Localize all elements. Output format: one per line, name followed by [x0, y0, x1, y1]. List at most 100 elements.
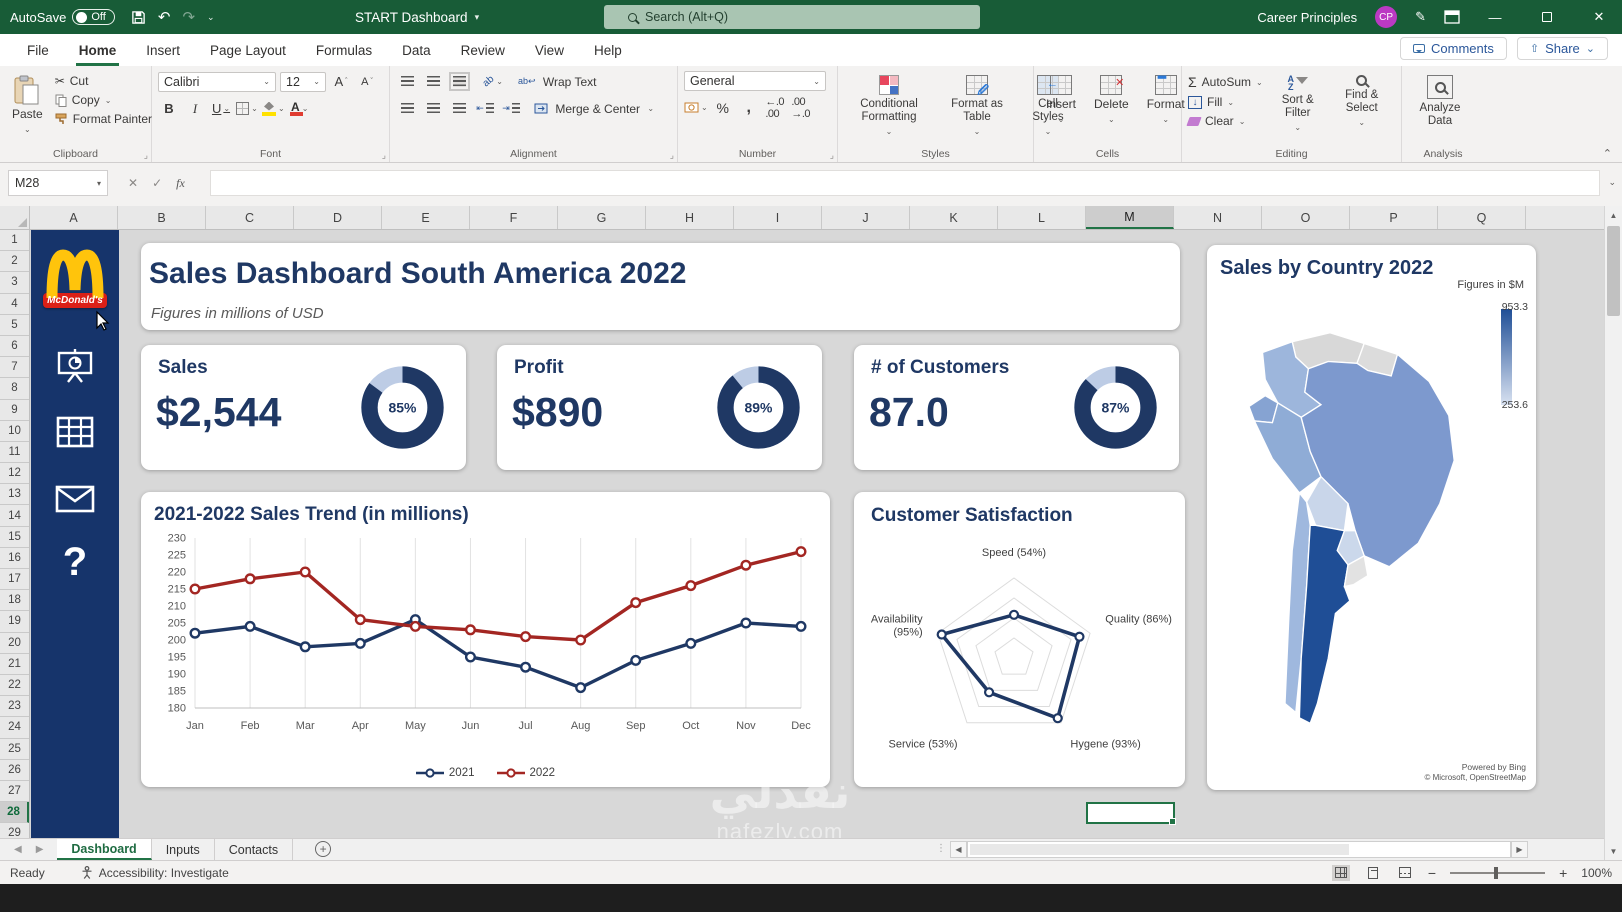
normal-view-button[interactable]: [1332, 865, 1350, 881]
cut-button[interactable]: ✂Cut: [55, 74, 152, 88]
select-all-corner[interactable]: [0, 206, 30, 230]
clear-button[interactable]: Clear⌄: [1188, 114, 1263, 128]
close-button[interactable]: ✕: [1582, 0, 1616, 34]
column-header-D[interactable]: D: [294, 206, 382, 229]
menu-tab-page-layout[interactable]: Page Layout: [195, 34, 301, 66]
row-header-18[interactable]: 18: [0, 590, 29, 611]
number-format-select[interactable]: General⌄: [684, 71, 826, 91]
save-icon[interactable]: [131, 10, 146, 25]
bold-button[interactable]: B: [158, 98, 180, 119]
insert-function-icon[interactable]: fx: [176, 176, 185, 191]
align-left-button[interactable]: [396, 98, 418, 119]
copy-button[interactable]: Copy⌄: [55, 93, 152, 107]
column-header-E[interactable]: E: [382, 206, 470, 229]
decrease-indent-button[interactable]: ⇤: [474, 98, 496, 119]
column-header-L[interactable]: L: [998, 206, 1086, 229]
menu-tab-formulas[interactable]: Formulas: [301, 34, 387, 66]
row-header-26[interactable]: 26: [0, 760, 29, 781]
insert-cells-button[interactable]: ← Insert⌄: [1040, 71, 1082, 144]
row-header-10[interactable]: 10: [0, 421, 29, 442]
user-name[interactable]: Career Principles: [1257, 10, 1357, 25]
analyze-data-button[interactable]: Analyze Data: [1408, 71, 1472, 144]
zoom-in-icon[interactable]: +: [1559, 865, 1567, 881]
row-header-25[interactable]: 25: [0, 739, 29, 760]
row-header-20[interactable]: 20: [0, 633, 29, 654]
zoom-slider[interactable]: [1450, 872, 1545, 874]
fill-button[interactable]: ↓Fill⌄: [1188, 95, 1263, 109]
menu-tab-data[interactable]: Data: [387, 34, 446, 66]
confirm-entry-icon[interactable]: ✓: [152, 176, 162, 190]
row-header-17[interactable]: 17: [0, 569, 29, 590]
sidebar-help-icon[interactable]: ?: [55, 540, 95, 585]
increase-decimal-button[interactable]: ←.0.00: [764, 97, 786, 118]
wrap-text-button[interactable]: ab↩ Wrap Text: [518, 71, 596, 92]
horizontal-scroll-thumb[interactable]: [970, 844, 1349, 855]
south-america-map[interactable]: [1213, 293, 1483, 763]
restore-button[interactable]: [1530, 0, 1564, 34]
draw-pen-icon[interactable]: ✎: [1415, 9, 1426, 25]
name-box[interactable]: M28▾: [8, 170, 108, 196]
row-header-4[interactable]: 4: [0, 294, 29, 315]
number-dialog-launcher[interactable]: ⌟: [830, 150, 834, 161]
shrink-font-button[interactable]: Aˇ: [356, 71, 378, 92]
row-header-9[interactable]: 9: [0, 400, 29, 421]
column-header-Q[interactable]: Q: [1438, 206, 1526, 229]
accessibility-status[interactable]: Accessibility: Investigate: [81, 866, 229, 880]
decrease-decimal-button[interactable]: .00→.0: [790, 97, 812, 118]
selected-cell[interactable]: [1086, 802, 1175, 824]
menu-tab-file[interactable]: File: [12, 34, 64, 66]
horizontal-scrollbar[interactable]: ◀ ▶: [950, 841, 1528, 858]
merge-center-button[interactable]: Merge & Center ⌄: [534, 98, 654, 119]
redo-icon[interactable]: ↷: [182, 8, 195, 26]
column-header-C[interactable]: C: [206, 206, 294, 229]
alignment-dialog-launcher[interactable]: ⌟: [670, 150, 674, 161]
column-header-P[interactable]: P: [1350, 206, 1438, 229]
menu-tab-review[interactable]: Review: [446, 34, 520, 66]
align-right-button[interactable]: [448, 98, 470, 119]
italic-button[interactable]: I: [184, 98, 206, 119]
sidebar-table-icon[interactable]: [55, 416, 95, 453]
font-size-select[interactable]: 12⌄: [280, 72, 326, 92]
menu-tab-view[interactable]: View: [520, 34, 579, 66]
scroll-up-icon[interactable]: ▲: [1605, 206, 1622, 224]
row-header-29[interactable]: 29: [0, 823, 29, 838]
font-dialog-launcher[interactable]: ⌟: [382, 150, 386, 161]
minimize-button[interactable]: —: [1478, 0, 1512, 34]
search-input[interactable]: Search (Alt+Q): [604, 5, 980, 29]
sidebar-dashboard-icon[interactable]: [55, 348, 95, 389]
page-layout-view-button[interactable]: [1364, 865, 1382, 881]
column-header-G[interactable]: G: [558, 206, 646, 229]
column-header-I[interactable]: I: [734, 206, 822, 229]
row-header-19[interactable]: 19: [0, 611, 29, 632]
zoom-level[interactable]: 100%: [1581, 866, 1612, 880]
sheet-tab-inputs[interactable]: Inputs: [152, 839, 215, 860]
accounting-format-button[interactable]: ⌄: [684, 97, 708, 118]
increase-indent-button[interactable]: ⇥: [500, 98, 522, 119]
column-header-O[interactable]: O: [1262, 206, 1350, 229]
qat-customize-icon[interactable]: ⌄: [207, 12, 215, 23]
column-header-K[interactable]: K: [910, 206, 998, 229]
row-header-28[interactable]: 28: [0, 802, 29, 823]
expand-formula-bar-icon[interactable]: ⌄: [1608, 177, 1616, 188]
row-header-11[interactable]: 11: [0, 442, 29, 463]
align-center-button[interactable]: [422, 98, 444, 119]
format-as-table-button[interactable]: 🖉 Format as Table⌄: [940, 71, 1014, 144]
menu-tab-insert[interactable]: Insert: [131, 34, 195, 66]
column-header-H[interactable]: H: [646, 206, 734, 229]
zoom-out-icon[interactable]: −: [1428, 865, 1436, 881]
row-header-13[interactable]: 13: [0, 484, 29, 505]
column-header-N[interactable]: N: [1174, 206, 1262, 229]
align-top-button[interactable]: [396, 71, 418, 92]
underline-button[interactable]: U⌄: [210, 98, 232, 119]
row-header-7[interactable]: 7: [0, 357, 29, 378]
undo-icon[interactable]: ↶: [158, 8, 171, 26]
row-header-8[interactable]: 8: [0, 378, 29, 399]
percent-style-button[interactable]: %: [712, 97, 734, 118]
document-title[interactable]: START Dashboard: [355, 10, 468, 25]
row-header-1[interactable]: 1: [0, 230, 29, 251]
row-header-27[interactable]: 27: [0, 781, 29, 802]
row-header-15[interactable]: 15: [0, 527, 29, 548]
new-sheet-button[interactable]: +: [315, 841, 331, 857]
autosum-button[interactable]: ΣAutoSum⌄: [1188, 74, 1263, 90]
zoom-thumb[interactable]: [1494, 867, 1498, 879]
